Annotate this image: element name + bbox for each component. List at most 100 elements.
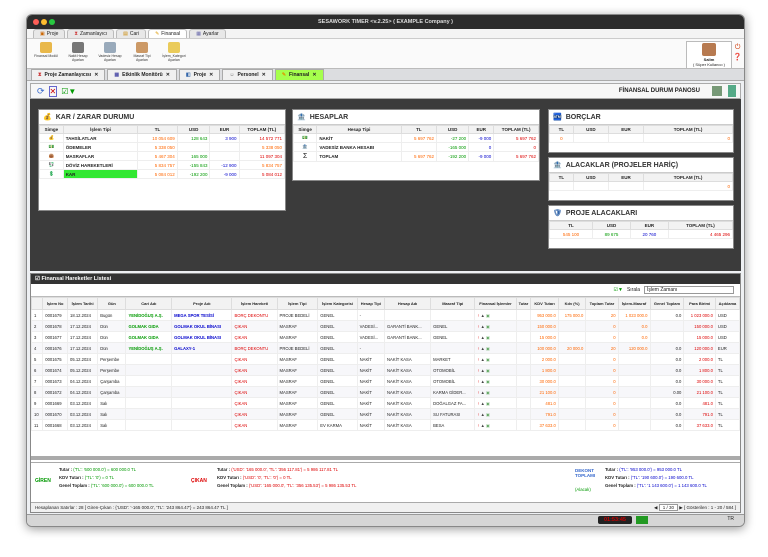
arrow-icon[interactable]: ↑ — [477, 346, 479, 351]
doc-tab-finansal[interactable]: ✎ Finansal ✕ — [274, 69, 324, 80]
cash-icon[interactable]: ▣ — [486, 368, 490, 373]
grid-header[interactable]: KDV Tutarı — [530, 297, 559, 310]
table-row[interactable]: 3 0001677 17.12.2024 Dün GOLMAK GIDA GOLMAK O… — [31, 331, 740, 343]
cash-icon[interactable]: ▣ — [486, 412, 490, 417]
page-input[interactable]: 1 / 30 — [658, 504, 678, 511]
arrow-icon[interactable]: ↑ — [477, 324, 479, 329]
hesap-row[interactable]: 💵 NAKİT 5 697 762 -27 200 -9 000 5 697 762 — [292, 133, 539, 143]
kar-row[interactable]: 💵 ÖDEMELER 5 338 050 5 338 050 — [39, 142, 286, 152]
language[interactable]: TR — [727, 516, 734, 522]
expense-icon[interactable]: ▲ — [481, 390, 485, 395]
grid-header[interactable]: Finansal İşlemler — [474, 297, 517, 310]
user-card[interactable]: Salim ( Süper Kullanıcı ) — [686, 41, 732, 69]
power-icon[interactable]: ⏻ — [733, 43, 742, 53]
filter-icon[interactable]: ☑▼ — [614, 287, 623, 293]
arrow-icon[interactable]: ↑ — [477, 401, 479, 406]
table-row[interactable]: 10 0001670 03.12.2024 Salı ÇIKAN MASRAF GENEL N… — [31, 408, 740, 420]
arrow-icon[interactable]: ↑ — [477, 423, 479, 428]
filter-icon[interactable]: ☑▼ — [61, 87, 76, 96]
grid-header[interactable]: Cari Adı — [125, 297, 173, 310]
arrow-icon[interactable]: ↑ — [477, 379, 479, 384]
table-row[interactable]: 9 0001669 03.12.2024 Salı ÇIKAN MASRAF GENEL NA… — [31, 397, 740, 409]
grid-header[interactable]: İşlem-Masraf — [617, 297, 651, 310]
excel-icon[interactable] — [728, 85, 736, 97]
kar-row[interactable]: 💱 DÖVİZ HAREKETLERİ 5 834 757 -155 843 -12 9… — [39, 160, 286, 170]
table-row[interactable]: 11 0001668 03.12.2024 Salı ÇIKAN MASRAF EV KAR… — [31, 419, 740, 431]
expense-icon[interactable]: ▲ — [481, 357, 485, 362]
close-tab-icon[interactable]: ✕ — [166, 72, 170, 78]
expense-icon[interactable]: ▲ — [481, 346, 485, 351]
cash-icon[interactable]: ▣ — [486, 313, 490, 318]
ribbon-islem-kategori[interactable]: İşlem_Kategori Ayarları — [161, 41, 187, 66]
cash-icon[interactable]: ▣ — [486, 346, 490, 351]
close-tab-icon[interactable]: ✕ — [94, 72, 98, 78]
clear-filter-icon[interactable]: ✕ — [48, 85, 58, 97]
grid-header[interactable]: Toplam Tutar — [585, 297, 619, 310]
refresh-icon[interactable]: ⟳ — [37, 86, 45, 97]
cash-icon[interactable]: ▣ — [486, 390, 490, 395]
horizontal-scrollbar[interactable] — [31, 456, 740, 460]
chart-icon[interactable] — [712, 86, 722, 96]
grid-header[interactable]: İşlem Tarihi — [66, 297, 99, 310]
grid-header[interactable]: Proje Adı — [171, 297, 233, 310]
doc-tab-proje-zamanlayicisi[interactable]: ⧗ Proje Zamanlayıcısı ✕ — [31, 69, 106, 80]
arrow-icon[interactable]: ↑ — [477, 412, 479, 417]
grid-header[interactable]: İşlem Hareketi — [231, 297, 278, 310]
grid-header[interactable]: İşlem Kategorisi — [317, 297, 358, 310]
hesap-row[interactable]: 🏦 VADESİZ BANKA HESABI -165 000 0 0 — [292, 142, 539, 152]
grid-header[interactable]: Tutar — [515, 297, 532, 310]
table-row[interactable]: 2 0001678 17.12.2024 Dün GOLMAK GIDA GOLMAK O… — [31, 320, 740, 332]
grid-header[interactable]: Genel Toplam — [649, 297, 685, 310]
grid-header[interactable]: Hesap Adı — [384, 297, 432, 310]
expense-icon[interactable]: ▲ — [481, 401, 485, 406]
expense-icon[interactable]: ▲ — [481, 335, 485, 340]
arrow-icon[interactable]: ↑ — [477, 313, 479, 318]
expense-icon[interactable]: ▲ — [481, 379, 485, 384]
kar-row[interactable]: 👜 MASRAFLAR 5 467 304 165 000 11 097 304 — [39, 151, 286, 161]
table-row[interactable]: 7 0001673 04.12.2024 Çarşamba ÇIKAN MASRAF GEN… — [31, 375, 740, 387]
ribbon-vadesiz-hesap[interactable]: Vadesiz Hesap Ayarları — [97, 41, 123, 66]
doc-tab-proje[interactable]: ◧ Proje ✕ — [178, 69, 221, 80]
kar-row[interactable]: 💲 KAR 5 084 012 -192 200 -9 000 5 084 012 — [39, 169, 286, 179]
table-row[interactable]: 5 0001675 05.12.2024 Perşembe ÇIKAN MASRAF GEN… — [31, 353, 740, 365]
minimize-window-button[interactable] — [41, 19, 47, 25]
menu-tab-zamanlayici[interactable]: ⧗ Zamanlayıcı — [67, 29, 115, 38]
menu-tab-cari[interactable]: ▤ Cari — [116, 29, 147, 38]
table-row[interactable]: 8 0001672 04.12.2024 Çarşamba ÇIKAN MASRAF GEN… — [31, 386, 740, 398]
ribbon-nakit-hesap[interactable]: Nakit Hesap Ayarları — [65, 41, 91, 66]
sort-select[interactable]: İşlem Zamanı — [644, 286, 734, 294]
doc-tab-etkinlik[interactable]: ▦ Etkinlik Monitörü ✕ — [107, 69, 177, 80]
kar-row[interactable]: 💰 TAHSİLATLAR 10 054 609 128 643 3 900 14 572… — [39, 133, 286, 143]
expense-icon[interactable]: ▲ — [481, 324, 485, 329]
grid-header[interactable]: Masraf Tipi — [430, 297, 476, 310]
arrow-icon[interactable]: ↑ — [477, 335, 479, 340]
close-window-button[interactable] — [33, 19, 39, 25]
grid-header[interactable]: Gün — [97, 297, 127, 310]
arrow-icon[interactable]: ↑ — [477, 390, 479, 395]
grid-header[interactable]: İşlem No — [42, 297, 68, 310]
arrow-icon[interactable]: ↑ — [477, 368, 479, 373]
table-row[interactable]: 6 0001674 05.12.2024 Perşembe ÇIKAN MASRAF GEN… — [31, 364, 740, 376]
ribbon-finansal-modul[interactable]: Finansal Modül — [33, 41, 59, 66]
grid-header[interactable]: Kdv (%) — [557, 297, 587, 310]
close-tab-icon[interactable]: ✕ — [209, 72, 213, 78]
menu-tab-proje[interactable]: ▣ Proje — [33, 29, 66, 38]
expense-icon[interactable]: ▲ — [481, 423, 485, 428]
cash-icon[interactable]: ▣ — [486, 379, 490, 384]
table-row[interactable]: 4 0001676 17.12.2024 Dün YENİDOĞUŞ A.Ş. GALAX… — [31, 342, 740, 354]
ribbon-masraf-tipi[interactable]: Masraf Tipi Ayarları — [129, 41, 155, 66]
expense-icon[interactable]: ▲ — [481, 313, 485, 318]
next-page-button[interactable]: ▶ — [679, 505, 682, 510]
doc-tab-personel[interactable]: ☺ Personel ✕ — [222, 69, 273, 80]
cash-icon[interactable]: ▣ — [486, 357, 490, 362]
expense-icon[interactable]: ▲ — [481, 368, 485, 373]
grid-header[interactable] — [31, 297, 44, 310]
prev-page-button[interactable]: ◀ — [654, 505, 657, 510]
cash-icon[interactable]: ▣ — [486, 423, 490, 428]
help-icon[interactable]: ❓ — [733, 53, 742, 63]
grid-header[interactable]: Hesap Tipi — [356, 297, 386, 310]
grid-header[interactable]: Para Birimi — [683, 297, 716, 310]
menu-tab-ayarlar[interactable]: ▦ Ayarlar — [189, 29, 226, 38]
close-tab-icon[interactable]: ✕ — [262, 72, 266, 78]
menu-tab-finansal[interactable]: ✎ Finansal — [148, 29, 188, 38]
